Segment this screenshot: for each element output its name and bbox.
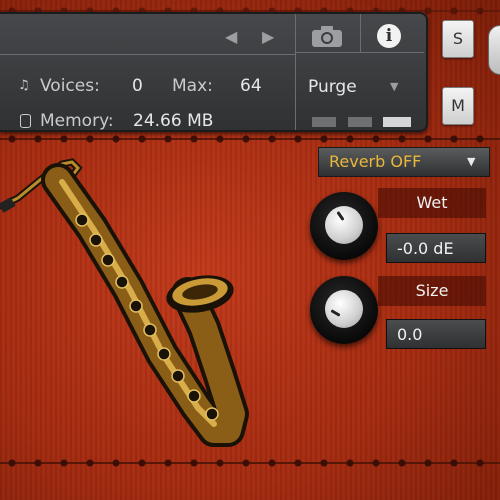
music-note-icon: ♫ xyxy=(18,78,30,93)
reverb-selected-label: Reverb OFF xyxy=(329,152,422,171)
reverb-dropdown[interactable]: Reverb OFF ▼ xyxy=(318,147,490,177)
cpu-meter-segment xyxy=(312,117,336,127)
info-icon[interactable]: i xyxy=(377,24,401,48)
voices-value: 0 xyxy=(132,76,143,96)
purge-dropdown[interactable]: Purge xyxy=(308,77,357,97)
camera-icon[interactable] xyxy=(310,24,344,48)
memory-label: Memory: xyxy=(40,111,114,131)
panel-divider xyxy=(0,54,296,55)
instrument-status-panel: ◀ ▶ i ♫ Voices: 0 Max: 64 Memory: 24.66 … xyxy=(0,12,428,132)
saxophone-image xyxy=(0,158,249,447)
size-label: Size xyxy=(378,276,486,306)
knob-cap xyxy=(325,206,363,244)
cpu-meter-segment xyxy=(383,117,411,127)
wet-knob[interactable] xyxy=(310,192,378,260)
memory-icon xyxy=(20,114,31,128)
knob-pointer xyxy=(330,309,341,317)
size-knob[interactable] xyxy=(310,276,378,344)
panel-divider xyxy=(360,14,361,52)
caret-down-icon: ▼ xyxy=(467,155,476,168)
max-label: Max: xyxy=(172,76,213,96)
knob-pointer xyxy=(336,211,345,221)
panel-divider xyxy=(296,52,424,53)
mute-button[interactable]: M xyxy=(442,87,474,125)
caret-down-icon[interactable]: ▼ xyxy=(390,80,398,93)
wet-label: Wet xyxy=(378,188,486,218)
knob-cap xyxy=(325,290,363,328)
voices-label: Voices: xyxy=(40,76,100,96)
left-arrow-icon[interactable]: ◀ xyxy=(225,27,237,46)
cpu-meter-segment xyxy=(348,117,372,127)
right-arrow-icon[interactable]: ▶ xyxy=(262,27,274,46)
panel-divider xyxy=(295,14,296,130)
max-voices-value[interactable]: 64 xyxy=(240,76,262,96)
solo-button[interactable]: S xyxy=(442,20,474,58)
size-value-field[interactable]: 0.0 xyxy=(386,319,486,349)
memory-value: 24.66 MB xyxy=(133,111,214,131)
output-knob-partial[interactable] xyxy=(488,25,500,75)
wet-value-field[interactable]: -0.0 dE xyxy=(386,233,486,263)
